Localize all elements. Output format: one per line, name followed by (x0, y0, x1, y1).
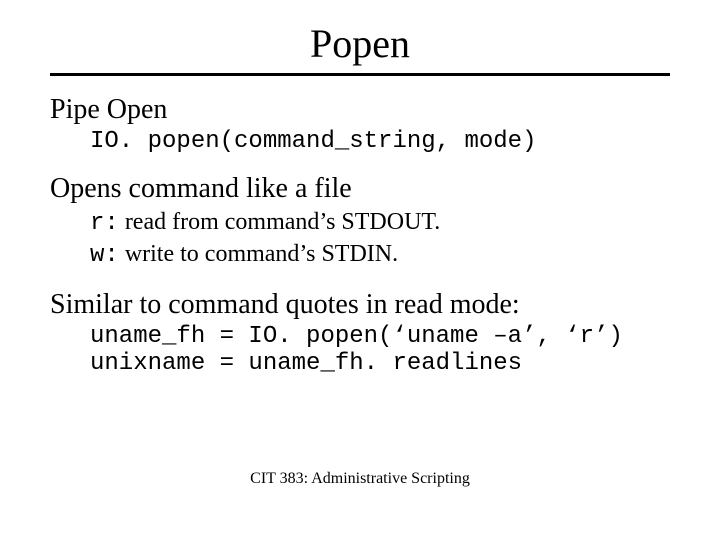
mode-key-w: w: (90, 242, 119, 269)
mode-desc-r: read from command’s STDOUT. (119, 209, 440, 235)
mode-desc-w: write to command’s STDIN. (119, 241, 398, 267)
code-example-line2: unixname = uname_fh. readlines (90, 350, 522, 377)
section-heading-pipe-open: Pipe Open (50, 94, 670, 126)
mode-line-w: w: write to command’s STDIN. (90, 239, 670, 271)
slide: Popen Pipe Open IO. popen(command_string… (0, 0, 720, 540)
slide-title: Popen (50, 20, 670, 67)
mode-lines: r: read from command’s STDOUT. w: write … (90, 207, 670, 271)
code-example: uname_fh = IO. popen(‘uname –a’, ‘r’) un… (90, 323, 670, 377)
code-popen-signature: IO. popen(command_string, mode) (90, 128, 670, 155)
section-heading-similar-quotes: Similar to command quotes in read mode: (50, 289, 670, 321)
section-heading-opens-like-file: Opens command like a file (50, 173, 670, 205)
slide-footer: CIT 383: Administrative Scripting (0, 470, 720, 488)
mode-line-r: r: read from command’s STDOUT. (90, 207, 670, 239)
code-example-line1: uname_fh = IO. popen(‘uname –a’, ‘r’) (90, 323, 623, 350)
mode-key-r: r: (90, 210, 119, 237)
title-rule (50, 73, 670, 76)
